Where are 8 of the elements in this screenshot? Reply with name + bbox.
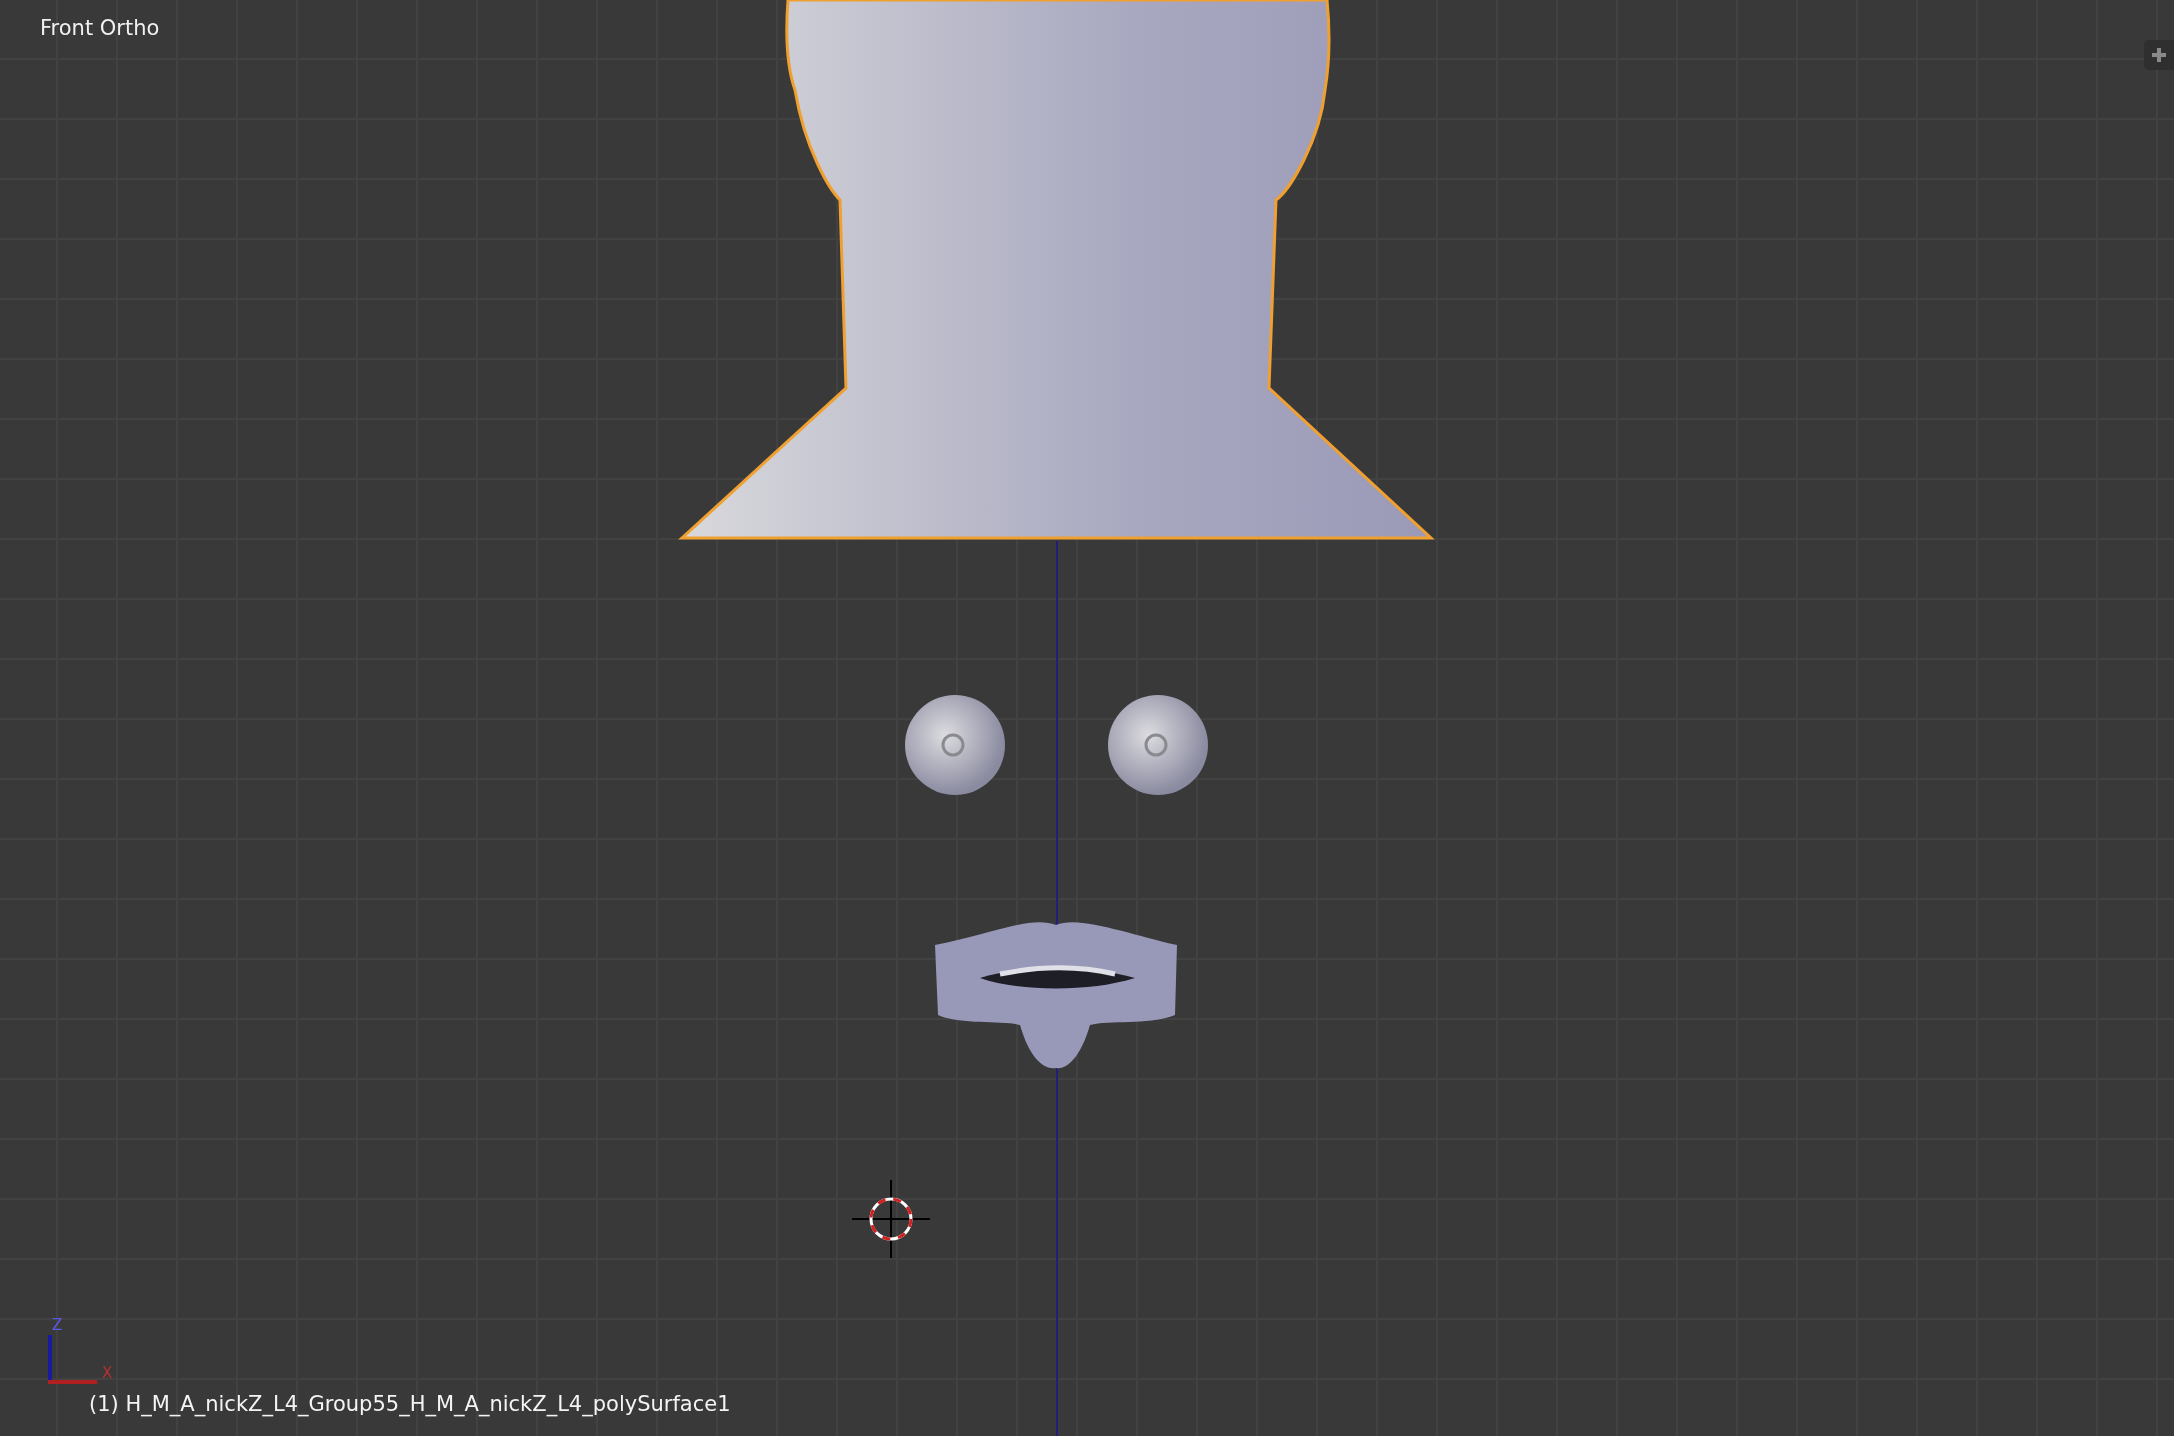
3d-cursor-icon[interactable]: [852, 1180, 930, 1258]
active-object-name: (1) H_M_A_nickZ_L4_Group55_H_M_A_nickZ_L4_polySurface1: [89, 1392, 731, 1416]
viewport-grid-background[interactable]: Front Ortho Z X (1) H_M_A_nickZ_L4_Group55_H_M_A_nickZ_L4_polySurface1: [0, 0, 2174, 1436]
axis-label: X: [102, 1366, 113, 1381]
view-title: Front Ortho: [40, 16, 160, 40]
plus-icon: [2152, 48, 2166, 62]
plus-button[interactable]: [2144, 40, 2174, 70]
axis-label: Z: [52, 1318, 63, 1333]
